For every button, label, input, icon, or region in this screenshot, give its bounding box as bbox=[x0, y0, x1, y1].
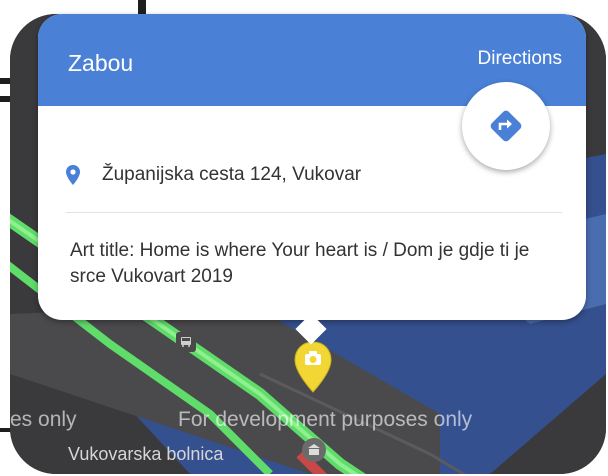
camera-marker-icon[interactable] bbox=[292, 340, 334, 399]
place-name: Zabou bbox=[68, 50, 134, 76]
map-pin-icon bbox=[66, 165, 80, 185]
hospital-icon[interactable] bbox=[302, 438, 326, 462]
map-watermark-right: For development purposes only bbox=[178, 408, 473, 431]
directions-button[interactable] bbox=[462, 82, 550, 170]
hospital-label[interactable]: Vukovarska bolnica bbox=[68, 444, 223, 465]
map-watermark-left: es only bbox=[10, 408, 77, 431]
address-text: Županijska cesta 124, Vukovar bbox=[102, 164, 362, 185]
address-row: Županijska cesta 124, Vukovar bbox=[66, 164, 361, 186]
bus-icon[interactable] bbox=[176, 332, 196, 352]
place-info-card[interactable]: Zabou Directions Županijska cesta 124, V… bbox=[38, 14, 586, 345]
directions-link[interactable]: Directions bbox=[478, 48, 562, 70]
directions-diamond-icon bbox=[490, 110, 522, 142]
art-description: Art title: Home is where Your heart is /… bbox=[70, 240, 530, 287]
divider bbox=[66, 212, 562, 213]
